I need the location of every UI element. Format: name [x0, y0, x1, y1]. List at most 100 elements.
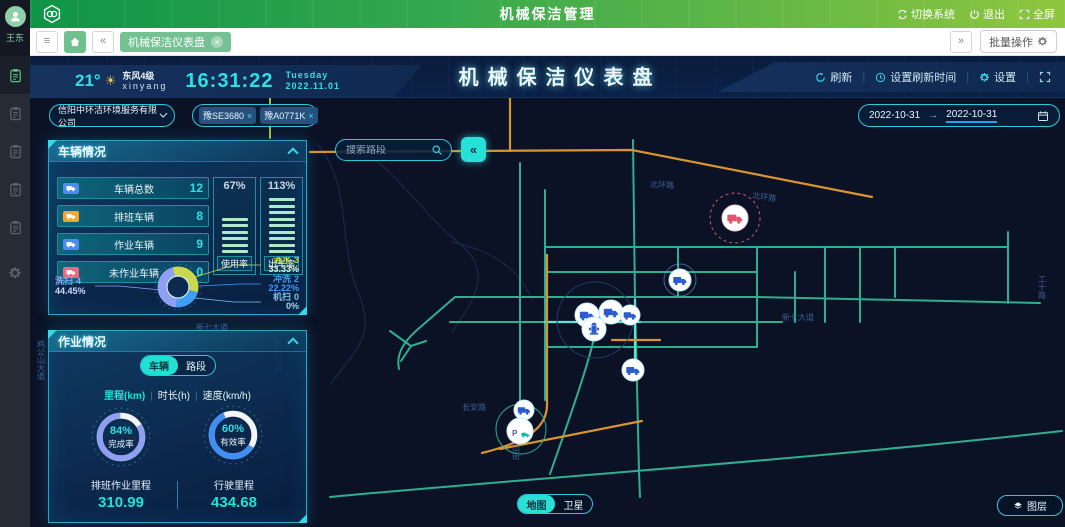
stat-row[interactable]: 排班车辆 8 — [57, 205, 209, 227]
toggle-road[interactable]: 路段 — [178, 356, 215, 375]
panel-header: 车辆情况 — [49, 141, 306, 162]
collapse-panels-button[interactable]: « — [461, 137, 486, 162]
svg-text:洗扫4: 洗扫4 — [55, 275, 81, 286]
collapse-chevron-icon[interactable] — [287, 147, 298, 158]
stat-row[interactable]: 车辆总数 12 — [57, 177, 209, 199]
separator: | — [966, 71, 969, 83]
tab-duration[interactable]: 时长(h) — [158, 391, 190, 402]
remove-tag-icon[interactable]: × — [247, 111, 252, 121]
dashboard-actions: 刷新 | 设置刷新时间 | 设置 | — [717, 62, 1065, 92]
fullscreen-button[interactable]: 全屏 — [1019, 6, 1055, 22]
svg-text:44.45%: 44.45% — [55, 286, 86, 296]
svg-text:33.33%: 33.33% — [268, 264, 299, 274]
vehicle-tag[interactable]: 豫A0771K× — [260, 107, 317, 124]
avatar — [5, 6, 26, 27]
sidebar-item-settings[interactable] — [0, 254, 30, 292]
map-mode-button[interactable]: 地图 — [518, 495, 555, 513]
clipboard-icon — [8, 182, 23, 197]
logout-button[interactable]: 退出 — [969, 6, 1005, 22]
date-start[interactable]: 2022-10-31 — [869, 110, 920, 121]
calendar-icon — [1037, 110, 1049, 122]
search-input[interactable] — [336, 145, 431, 156]
settings-button[interactable]: 设置 — [979, 69, 1016, 85]
hydrant-marker[interactable] — [582, 317, 606, 341]
gear-icon — [1037, 36, 1048, 47]
toggle-vehicle[interactable]: 车辆 — [141, 356, 178, 375]
satellite-mode-button[interactable]: 卫星 — [555, 495, 592, 513]
sidebar-item-dashboard[interactable] — [0, 56, 30, 94]
menu-toggle-button[interactable]: ≡ — [36, 31, 58, 53]
sun-icon: ☀ — [105, 73, 117, 89]
fullscreen-icon — [1019, 9, 1030, 20]
layers-icon — [1013, 501, 1023, 511]
sidebar-item-3[interactable] — [0, 132, 30, 170]
clock-icon — [875, 72, 886, 83]
person-icon — [9, 10, 22, 23]
sidebar-item-5[interactable] — [0, 208, 30, 246]
svg-text:长安路: 长安路 — [462, 402, 486, 412]
vehicle-tags-box[interactable]: 豫SE3680× 豫A0771K× — [192, 104, 318, 127]
vehicle-marker[interactable] — [514, 400, 534, 420]
vehicle-marker[interactable] — [669, 269, 691, 291]
svg-text:鸡公山大道: 鸡公山大道 — [37, 339, 46, 381]
power-icon — [969, 9, 980, 20]
tab-speed[interactable]: 速度(km/h) — [203, 391, 251, 402]
home-button[interactable] — [64, 31, 86, 53]
user-name: 王东 — [6, 31, 24, 44]
home-icon — [69, 36, 81, 48]
panel-title: 车辆情况 — [58, 143, 106, 160]
stat-row[interactable]: 作业车辆 9 — [57, 233, 209, 255]
sidebar-item-4[interactable] — [0, 170, 30, 208]
tab-mileage[interactable]: 里程(km) — [104, 391, 145, 402]
batch-action-button[interactable]: 批量操作 — [980, 30, 1057, 53]
vehicle-marker[interactable] — [622, 359, 644, 381]
sidebar-item-2[interactable] — [0, 94, 30, 132]
scroll-tabs-right-button[interactable]: » — [950, 31, 972, 53]
refresh-button[interactable]: 刷新 — [815, 69, 852, 85]
refresh-icon — [815, 72, 826, 83]
city-name: xinyang — [122, 81, 167, 91]
gear-icon — [979, 72, 990, 83]
switch-system-button[interactable]: 切换系统 — [897, 6, 955, 22]
gauge-bars — [222, 194, 248, 253]
scroll-tabs-left-button[interactable]: « — [92, 31, 114, 53]
tab-bar: ≡ « 机械保洁仪表盘 × » 批量操作 — [30, 28, 1065, 56]
separator: | — [862, 71, 865, 83]
set-refresh-time-button[interactable]: 设置刷新时间 — [875, 69, 956, 85]
efficiency-ring-gauge: 60% 有效率 — [201, 403, 265, 467]
arrow-icon: → — [928, 110, 938, 121]
panel-title: 作业情况 — [58, 333, 106, 350]
svg-text:北环路: 北环路 — [650, 179, 674, 190]
clipboard-icon — [8, 144, 23, 159]
collapse-chevron-icon[interactable] — [287, 337, 298, 348]
layers-button[interactable]: 图层 — [997, 495, 1063, 516]
remove-tag-icon[interactable]: × — [308, 111, 313, 121]
svg-text:0%: 0% — [286, 301, 299, 311]
fullscreen-icon[interactable] — [1039, 71, 1051, 83]
parking-marker[interactable]: P — [507, 418, 533, 444]
search-icon[interactable] — [431, 144, 443, 156]
switch-system-icon — [897, 9, 908, 20]
vehicle-road-toggle: 车辆 路段 — [140, 355, 216, 376]
vehicle-icon — [63, 211, 79, 222]
alert-vehicle-marker[interactable] — [722, 205, 748, 231]
svg-text:P: P — [512, 429, 518, 438]
basemap-toggle: 地图 卫星 — [517, 494, 593, 514]
date-range-picker[interactable]: 2022-10-31 → 2022-10-31 — [858, 104, 1060, 127]
clock-time: 16:31:22 — [185, 70, 273, 93]
svg-text:工十路: 工十路 — [1038, 275, 1047, 299]
vehicle-marker[interactable] — [620, 305, 640, 325]
clipboard-icon — [8, 68, 23, 83]
vehicle-icon — [63, 183, 79, 194]
temperature: 21° — [75, 71, 101, 91]
close-tab-icon[interactable]: × — [211, 36, 223, 48]
user-profile[interactable]: 王东 — [0, 0, 30, 56]
work-type-donut-chart: 洒水3 33.33% 冲洗2 22.22% 机扫0 0% 洗扫4 44.45% — [49, 257, 306, 313]
dashboard-title: 机械保洁仪表盘 — [410, 61, 710, 90]
vehicle-tag[interactable]: 豫SE3680× — [199, 107, 256, 124]
tab-dashboard[interactable]: 机械保洁仪表盘 × — [120, 32, 231, 52]
weather-clock-bar: 21° ☀ 东风4级 xinyang 16:31:22 Tuesday 2022… — [30, 65, 422, 97]
app-header: 机械保洁管理 切换系统 退出 全屏 — [30, 0, 1065, 28]
company-select[interactable]: 信阳中环洁环境服务有限公司 — [49, 104, 175, 127]
date-end[interactable]: 2022-10-31 — [946, 109, 997, 123]
